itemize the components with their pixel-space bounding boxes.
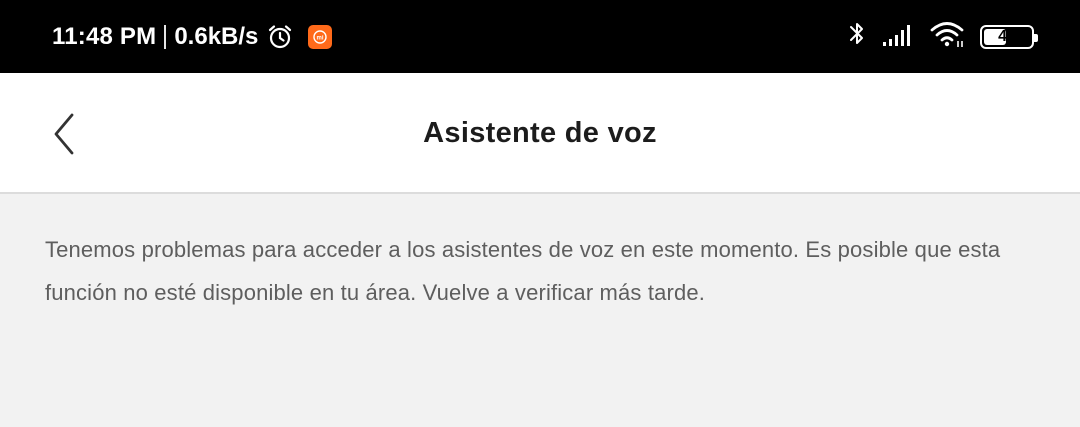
signal-icon [882, 21, 916, 52]
status-time: 11:48 PM [52, 22, 157, 50]
bluetooth-icon [846, 19, 868, 54]
status-right: 49 [846, 0, 1038, 73]
chevron-left-icon [54, 113, 74, 155]
battery-level: 49 [998, 27, 1016, 45]
wifi-icon [930, 20, 966, 53]
status-bar: 11:48 PM 0.6kB/s mi 49 [0, 0, 1080, 73]
status-left: 11:48 PM 0.6kB/s mi [52, 0, 333, 73]
svg-text:mi: mi [317, 35, 324, 41]
mi-app-icon: mi [308, 24, 333, 49]
page-title: Asistente de voz [423, 117, 657, 149]
battery-icon: 49 [980, 24, 1038, 49]
status-separator [164, 24, 167, 49]
network-speed: 0.6kB/s [174, 22, 259, 50]
content-area: Tenemos problemas para acceder a los asi… [0, 196, 1080, 427]
app-bar: Asistente de voz [0, 73, 1080, 194]
alarm-icon [266, 23, 294, 51]
error-message: Tenemos problemas para acceder a los asi… [45, 237, 1001, 305]
back-button[interactable] [40, 109, 90, 159]
battery-tip [1034, 33, 1038, 42]
